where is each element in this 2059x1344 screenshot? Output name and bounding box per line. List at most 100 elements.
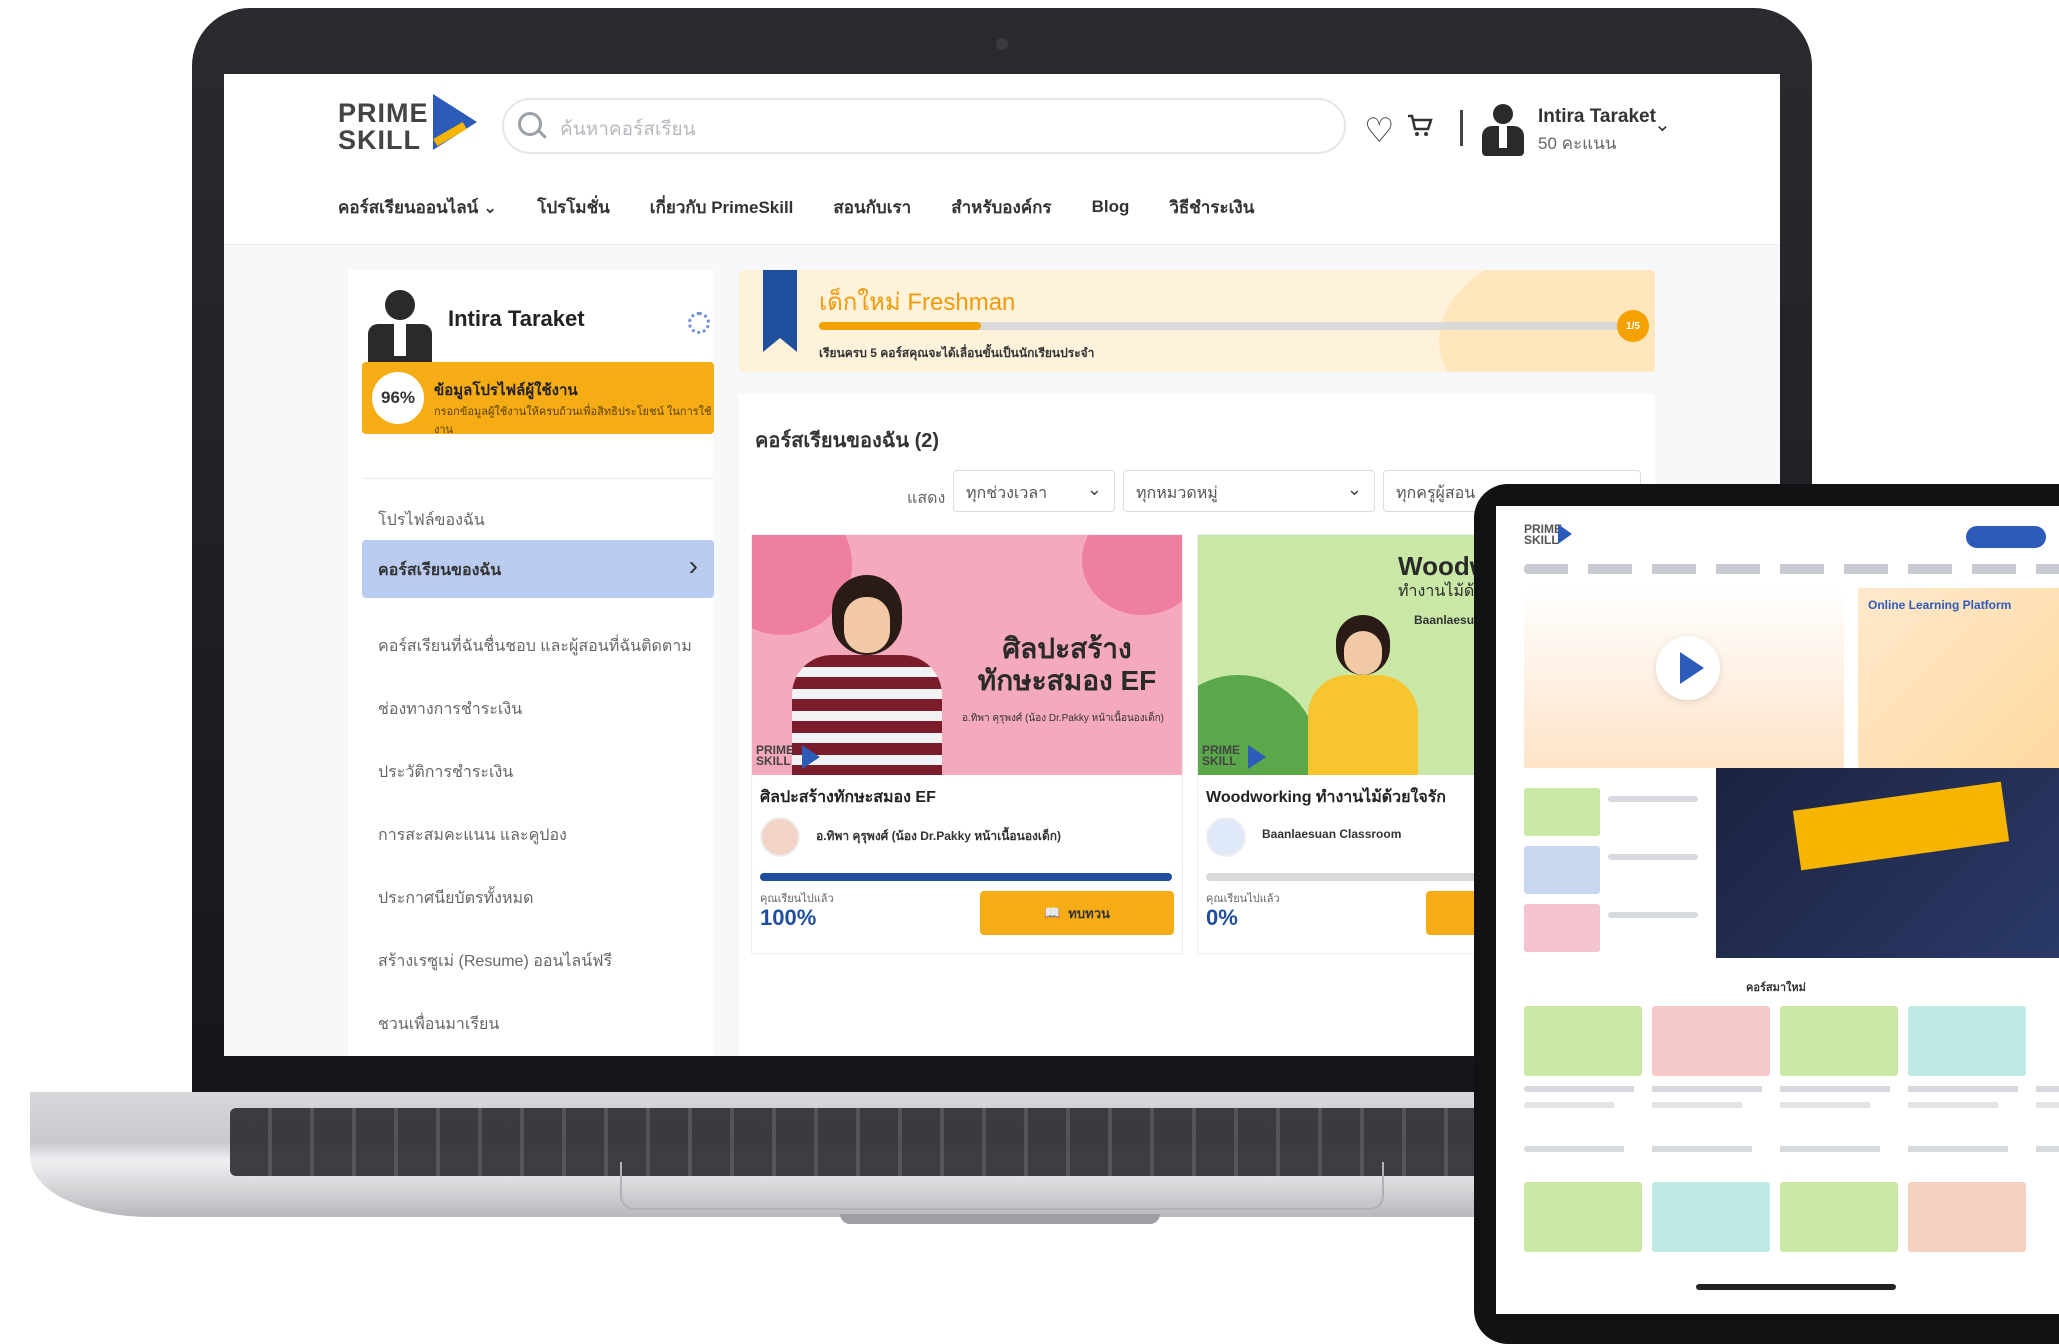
course-progress-fill xyxy=(760,873,1172,881)
nav-about[interactable]: เกี่ยวกับ PrimeSkill xyxy=(650,194,794,221)
primeskill-logo[interactable]: PRIME SKILL xyxy=(338,94,478,164)
settings-gear-icon[interactable] xyxy=(688,312,710,334)
tablet-frame: PRIME SKILL Online Learning Platform คอร์… xyxy=(1474,484,2059,1344)
sidebar-item-favorites[interactable]: คอร์สเรียนที่ฉันชื่นชอบ และผู้สอนที่ฉันต… xyxy=(378,634,692,659)
course-card[interactable]: ศิลปะสร้าง ทักษะสมอง EF อ.ทิพา คุรุพงศ์ … xyxy=(751,534,1183,954)
wishlist-heart-icon[interactable]: ♡ xyxy=(1364,114,1394,148)
instructor-avatar xyxy=(760,817,800,857)
filter-category-value: ทุกหมวดหมู่ xyxy=(1136,485,1218,502)
profile-completion-subtitle: กรอกข้อมูลผู้ใช้งานให้ครบถ้วนเพื่อสิทธิป… xyxy=(434,406,712,436)
tablet-screen: PRIME SKILL Online Learning Platform คอร์… xyxy=(1496,506,2059,1314)
tablet-course-thumb[interactable] xyxy=(1524,904,1600,952)
my-courses-title: คอร์สเรียนของฉัน (2) xyxy=(755,430,940,452)
tablet-grid-thumb[interactable] xyxy=(1652,1006,1770,1076)
search-placeholder: ค้นหาคอร์สเรียน xyxy=(560,119,696,140)
sidebar-item-payment-channels[interactable]: ช่องทางการชำระเงิน xyxy=(378,697,522,722)
sidebar-item-payment-history[interactable]: ประวัติการชำระเงิน xyxy=(378,760,513,785)
tablet-grid-thumb[interactable] xyxy=(1908,1006,2026,1076)
filter-show-label: แสดง xyxy=(907,490,946,507)
tablet-grid-thumb[interactable] xyxy=(1524,1006,1642,1076)
chevron-down-icon: ⌄ xyxy=(1086,479,1102,499)
profile-name: Intira Taraket xyxy=(448,306,585,331)
rank-title: เด็กใหม่ Freshman xyxy=(819,289,1016,316)
play-icon[interactable] xyxy=(1656,636,1720,700)
tablet-logo[interactable]: PRIME SKILL xyxy=(1524,523,1572,546)
bookmark-ribbon-icon xyxy=(763,270,797,352)
progress-percent: 100% xyxy=(760,905,817,930)
tablet-grid-thumb[interactable] xyxy=(1780,1182,1898,1252)
course-thumbnail[interactable]: ศิลปะสร้าง ทักษะสมอง EF อ.ทิพา คุรุพงศ์ … xyxy=(752,535,1182,775)
tablet-grid-thumb[interactable] xyxy=(1524,1182,1642,1252)
camera-icon xyxy=(996,38,1008,50)
tablet-text-line xyxy=(1524,1102,2059,1108)
instructor-photo xyxy=(1308,615,1418,775)
tablet-text-line xyxy=(1524,1146,2059,1152)
instructor-name[interactable]: อ.ทิพา คุรุพงศ์ (น้อง Dr.Pakky หน้าเนื้อ… xyxy=(816,827,1061,846)
rank-progress-badge: 1/5 xyxy=(1617,310,1649,342)
profile-completion-title: ข้อมูลโปรไฟล์ผู้ใช้งาน xyxy=(434,382,578,399)
tablet-section-title: คอร์สมาใหม่ xyxy=(1746,982,1806,994)
sidebar-item-invite-friends[interactable]: ชวนเพื่อนมาเรียน xyxy=(378,1012,499,1037)
tablet-grid-thumb[interactable] xyxy=(1908,1182,2026,1252)
tablet-text-line xyxy=(1608,796,1698,802)
tablet-grid-thumb[interactable] xyxy=(1652,1182,1770,1252)
tablet-hero-promo xyxy=(1858,588,2059,768)
thumbnail-title: ศิลปะสร้าง ทักษะสมอง EF xyxy=(977,633,1157,696)
nav-payment-methods[interactable]: วิธีชำระเงิน xyxy=(1169,194,1254,221)
review-button-label: ทบทวน xyxy=(1068,905,1110,921)
sidebar-item-my-profile[interactable]: โปรไฟล์ของฉัน xyxy=(378,508,485,533)
logo-text: PRIME SKILL xyxy=(338,100,429,154)
sidebar-item-certificates[interactable]: ประกาศนียบัตรทั้งหมด xyxy=(378,886,533,911)
tablet-text-line xyxy=(1524,1086,2059,1092)
sidebar-item-my-courses[interactable]: คอร์สเรียนของฉัน › xyxy=(362,540,714,598)
nav-promotions[interactable]: โปรโมชั่น xyxy=(537,194,610,221)
course-title[interactable]: ศิลปะสร้างทักษะสมอง EF xyxy=(760,785,936,810)
laptop-trackpad xyxy=(620,1162,1384,1210)
progress-percent: 0% xyxy=(1206,905,1238,930)
user-points: 50 คะแนน xyxy=(1538,134,1617,153)
filter-instructor-value: ทุกครูผู้สอน xyxy=(1396,485,1476,502)
tablet-nav xyxy=(1524,564,2059,574)
nav-teach-with-us[interactable]: สอนกับเรา xyxy=(833,194,911,221)
tablet-course-thumb[interactable] xyxy=(1524,788,1600,836)
laptop-notch xyxy=(840,1214,1160,1224)
user-menu-chevron-icon[interactable]: ⌄ xyxy=(1654,112,1671,137)
sidebar-item-points-coupons[interactable]: การสะสมคะแนน และคูปอง xyxy=(378,823,567,848)
tablet-home-indicator xyxy=(1696,1284,1896,1290)
tablet-course-thumb[interactable] xyxy=(1524,846,1600,894)
book-icon: 📖 xyxy=(1044,905,1061,920)
thumbnail-logo: PRIME SKILL xyxy=(756,744,820,769)
chevron-right-icon: › xyxy=(688,550,698,581)
thumbnail-subtitle: อ.ทิพา คุรุพงศ์ (น้อง Dr.Pakky หน้าเนื้อ… xyxy=(962,713,1164,724)
nav-online-courses[interactable]: คอร์สเรียนออนไลน์ ⌄ xyxy=(338,194,497,221)
rank-progress-bar xyxy=(819,322,1629,330)
sidebar-item-resume[interactable]: สร้างเรซูเม่ (Resume) ออนไลน์ฟรี xyxy=(378,949,612,974)
tablet-header-button[interactable] xyxy=(1966,526,2046,548)
user-name[interactable]: Intira Taraket xyxy=(1538,106,1656,128)
profile-completion-percent: 96% xyxy=(372,372,424,424)
logo-line-1: PRIME xyxy=(338,98,429,128)
review-course-button[interactable]: 📖 ทบทวน xyxy=(980,891,1174,935)
nav-for-organizations[interactable]: สำหรับองค์กร xyxy=(951,194,1051,221)
filter-period-value: ทุกช่วงเวลา xyxy=(966,485,1048,502)
course-progress-bar xyxy=(760,873,1172,881)
search-icon xyxy=(518,112,542,136)
nav-blog[interactable]: Blog xyxy=(1092,197,1130,217)
profile-completion-card[interactable]: 96% ข้อมูลโปรไฟล์ผู้ใช้งาน กรอกข้อมูลผู้… xyxy=(362,362,714,436)
filter-period-select[interactable]: ทุกช่วงเวลา ⌄ xyxy=(953,470,1115,512)
main-nav: คอร์สเรียนออนไลน์ ⌄ โปรโมชั่น เกี่ยวกับ … xyxy=(338,192,1254,222)
user-avatar-icon[interactable] xyxy=(1482,104,1524,156)
header-divider xyxy=(1460,110,1463,146)
filter-category-select[interactable]: ทุกหมวดหมู่ ⌄ xyxy=(1123,470,1375,512)
tablet-text-line xyxy=(1608,854,1698,860)
rank-note: เรียนครบ 5 คอร์สคุณจะได้เลื่อนขั้นเป็นนั… xyxy=(819,346,1095,360)
course-title[interactable]: Woodworking ทำงานไม้ด้วยใจรัก xyxy=(1206,785,1446,810)
thumbnail-logo: PRIME SKILL xyxy=(1202,744,1266,769)
search-input[interactable]: ค้นหาคอร์สเรียน xyxy=(502,98,1346,154)
cart-icon[interactable] xyxy=(1406,112,1434,146)
sidebar-divider xyxy=(362,478,714,479)
tablet-grid-thumb[interactable] xyxy=(1780,1006,1898,1076)
tablet-hero-title: Online Learning Platform xyxy=(1868,598,2012,612)
instructor-name[interactable]: Baanlaesuan Classroom xyxy=(1262,827,1401,841)
rank-banner: เด็กใหม่ Freshman 1/5 เรียนครบ 5 คอร์สคุ… xyxy=(739,270,1655,372)
